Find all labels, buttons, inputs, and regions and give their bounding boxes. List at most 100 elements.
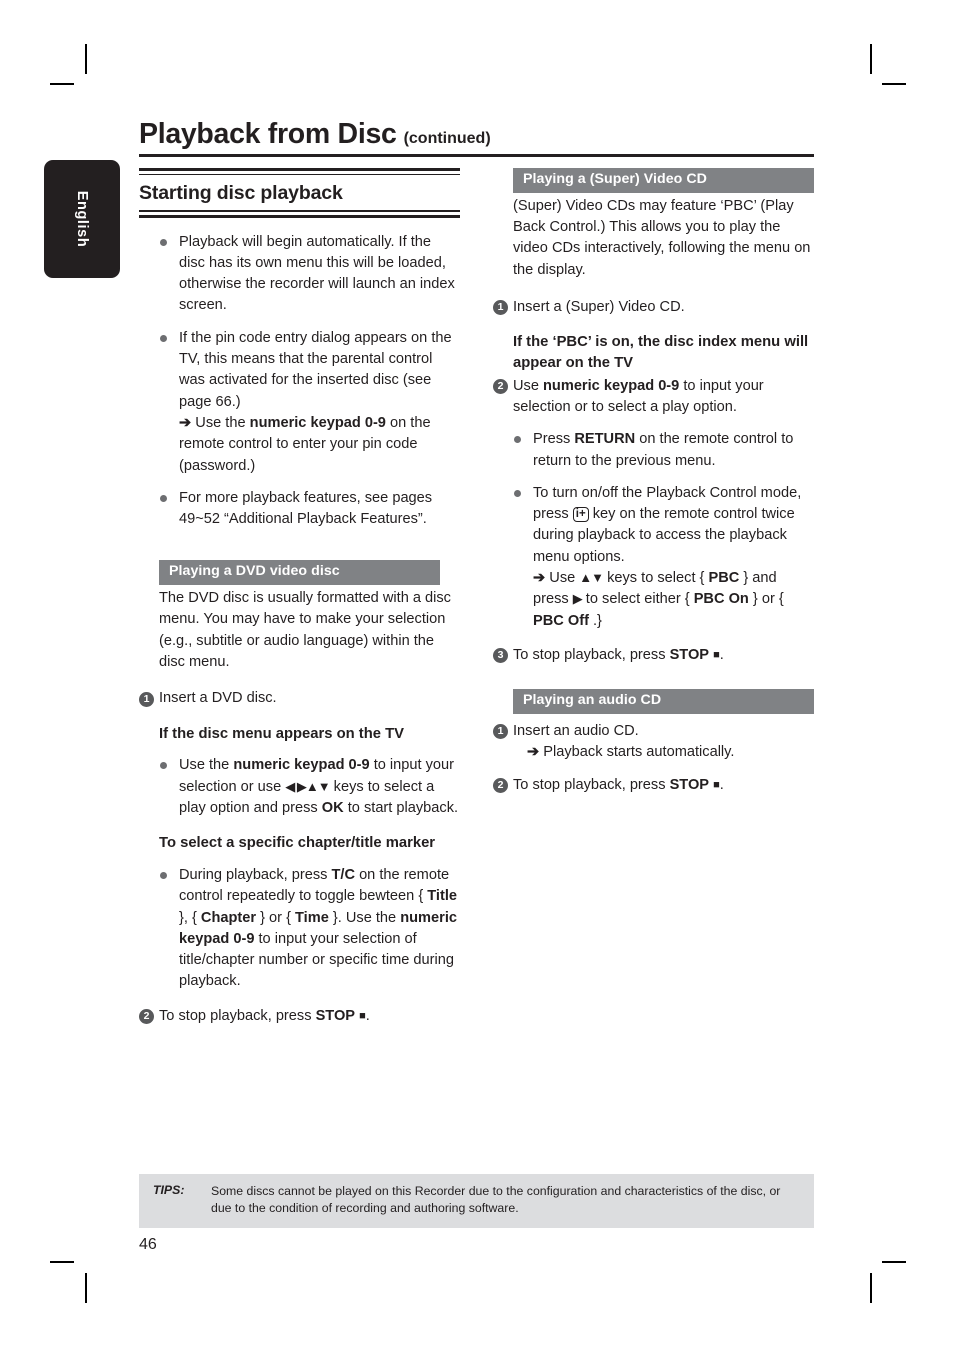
bullet-dot-icon [160, 334, 167, 342]
bullet-text-p1: Use the [179, 757, 234, 774]
tips-label: TIPS: [153, 1183, 185, 1197]
step-text-b1: numeric keypad 0-9 [543, 377, 680, 394]
step-number-badge: 2 [139, 1009, 154, 1025]
page-title-continued: (continued) [403, 130, 491, 147]
left-column: Starting disc playback Playback will beg… [139, 168, 460, 1027]
step-text-post: . [719, 776, 724, 793]
tips-footer: TIPS: Some discs cannot be played on thi… [139, 1174, 814, 1228]
section-rule-top [139, 168, 460, 176]
step-text-pre: To stop playback, press [513, 646, 670, 663]
page-title: Playback from Disc (continued) [139, 118, 814, 157]
bullet-dot-icon [160, 494, 167, 502]
arrow-a5: } or { [748, 591, 784, 608]
step-text: Insert a DVD disc. [159, 690, 277, 707]
pin-code-arrow-line: ➔ Use the numeric keypad 0-9 on the remo… [179, 413, 460, 477]
language-tab: English [44, 160, 120, 278]
bullet-text: For more playback features, see pages 49… [179, 489, 433, 528]
bullet-text-p4: } or { [256, 909, 296, 926]
pbc-arrow-line: ➔ Use ▲▼ keys to select { PBC } and pres… [533, 568, 814, 632]
step-text-bold: STOP [315, 1007, 356, 1024]
bullet-playback-auto: Playback will begin automatically. If th… [159, 232, 460, 317]
step-number-badge: 3 [493, 648, 508, 664]
bullet-use-numeric-keypad: Use the numeric keypad 0-9 to input your… [159, 755, 460, 819]
info-plus-key-icon: i+ [572, 507, 589, 523]
bullet-text-b2: Title [427, 888, 458, 905]
arrow-line-pre: Use the [195, 414, 250, 431]
page-title-main: Playback from Disc [139, 118, 397, 150]
tips-text: Some discs cannot be played on this Reco… [211, 1184, 781, 1216]
crop-mark-top-left-horizontal [50, 83, 74, 85]
step-text: Insert an audio CD. [513, 722, 639, 739]
crop-mark-top-right-vertical [870, 44, 872, 74]
bullet-turn-onoff-pbc: To turn on/off the Playback Control mode… [513, 483, 814, 632]
bullet-dot-icon [514, 436, 521, 444]
step-text-post: . [365, 1007, 370, 1024]
bullet-dot-icon [160, 871, 167, 879]
bullet-text-b3: Chapter [200, 909, 257, 926]
bullet-dot-icon [160, 238, 167, 246]
arrow-icon: ➔ [179, 414, 192, 431]
stop-square-icon: ■ [359, 1009, 366, 1022]
bullet-text-b1: numeric keypad 0-9 [233, 757, 370, 774]
arrow-b3: PBC Off [533, 612, 589, 629]
section-heading-starting-disc-playback: Starting disc playback [139, 182, 343, 205]
bullet-text-b4: Time [295, 909, 329, 926]
step-insert-svcd: 1 Insert a (Super) Video CD. [493, 297, 814, 318]
step-number-badge: 2 [493, 379, 508, 395]
step-stop-playback-audio-cd: 2 To stop playback, press STOP ■. [493, 775, 814, 796]
stop-square-icon: ■ [713, 648, 720, 661]
bullet-text-p1: During playback, press [179, 866, 332, 883]
svcd-intro-text: (Super) Video CDs may feature ‘PBC’ (Pla… [513, 197, 811, 278]
arrow-b2: PBC On [693, 591, 749, 608]
crop-mark-bottom-right-horizontal [882, 1261, 906, 1263]
crop-mark-top-left-vertical [85, 44, 87, 74]
page-number: 46 [139, 1236, 157, 1253]
bullet-more-features: For more playback features, see pages 49… [159, 488, 460, 531]
crop-mark-top-right-horizontal [882, 83, 906, 85]
step-use-numeric-keypad-svcd: 2 Use numeric keypad 0-9 to input your s… [493, 376, 814, 419]
bullet-text-b1: RETURN [574, 431, 636, 448]
bullet-text-p3: }, { [179, 909, 201, 926]
stop-square-icon: ■ [713, 778, 720, 791]
arrow-a1: Use [545, 570, 580, 587]
language-tab-label: English [74, 190, 90, 248]
audio-cd-arrow-line: ➔ Playback starts automatically. [513, 742, 814, 763]
bullet-text-b2: OK [321, 799, 344, 816]
bullet-press-return: Press RETURN on the remote control to re… [513, 429, 814, 472]
step-text-pre: To stop playback, press [159, 1007, 316, 1024]
bullet-text-p1: Press [533, 431, 575, 448]
step-number-badge: 2 [493, 778, 508, 794]
arrow-icon: ➔ [527, 744, 540, 761]
step-text-pre: To stop playback, press [513, 776, 670, 793]
bullet-dot-icon [514, 489, 521, 497]
crop-mark-bottom-left-horizontal [50, 1261, 74, 1263]
document-page: English Playback from Disc (continued) S… [0, 0, 954, 1347]
arrow-line-text: Playback starts automatically. [543, 744, 735, 761]
arrow-b1: PBC [708, 570, 740, 587]
subsection-bar-playing-svcd: Playing a (Super) Video CD [513, 168, 814, 193]
step-stop-playback-dvd: 2 To stop playback, press STOP ■. [139, 1006, 460, 1027]
step-text: Insert a (Super) Video CD. [513, 298, 685, 315]
crop-mark-bottom-right-vertical [870, 1273, 872, 1303]
step-text-post: . [719, 646, 724, 663]
page-title-rule [139, 154, 814, 157]
bullet-text-p5: }. Use the [328, 909, 401, 926]
section-rule-bottom [139, 210, 460, 218]
step-number-badge: 1 [493, 300, 508, 316]
right-column: Playing a (Super) Video CD (Super) Video… [493, 168, 814, 796]
subhead-select-chapter-title-marker: To select a specific chapter/title marke… [159, 835, 436, 852]
subhead-pbc-on-disc-index: If the ‘PBC’ is on, the disc index menu … [513, 334, 809, 371]
bullet-text: If the pin code entry dialog appears on … [179, 329, 452, 410]
step-insert-dvd: 1 Insert a DVD disc. [139, 688, 460, 709]
bullet-text-b1: T/C [331, 866, 356, 883]
step-stop-playback-svcd: 3 To stop playback, press STOP ■. [493, 645, 814, 666]
subsection-bar-playing-audio-cd: Playing an audio CD [513, 689, 814, 714]
step-number-badge: 1 [493, 724, 508, 740]
dvd-intro-text: The DVD disc is usually formatted with a… [159, 590, 451, 671]
subsection-bar-playing-dvd: Playing a DVD video disc [159, 560, 440, 586]
arrow-a4: to select either { [581, 591, 694, 608]
bullet-text-p4: to start playback. [343, 799, 459, 816]
arrow-a2: keys to select { [603, 570, 709, 587]
step-text-bold: STOP [669, 776, 710, 793]
bullet-text: Playback will begin automatically. If th… [179, 233, 455, 314]
